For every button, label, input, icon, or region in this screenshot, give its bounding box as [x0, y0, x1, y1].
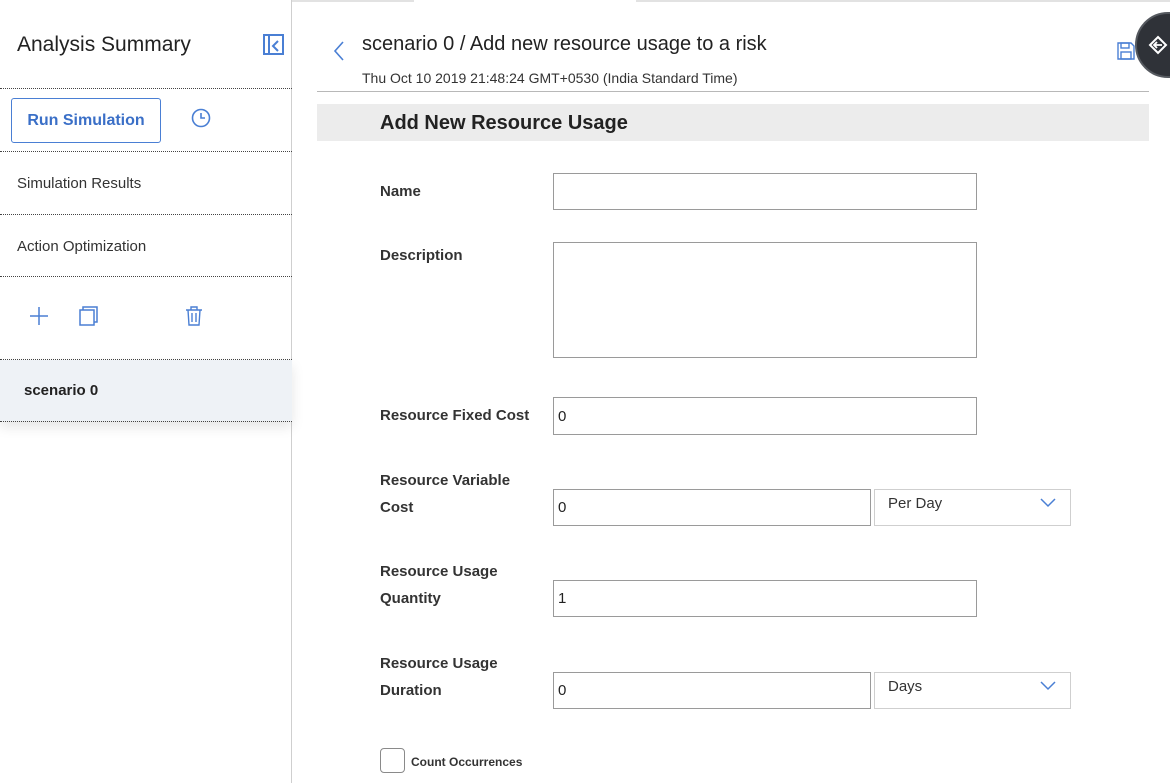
usage-duration-label-line1: Resource Usage	[380, 655, 498, 672]
variable-cost-field[interactable]	[553, 489, 871, 526]
history-icon[interactable]	[191, 108, 211, 128]
usage-quantity-label-line2: Quantity	[380, 590, 441, 607]
usage-duration-unit-value: Days	[888, 678, 923, 695]
description-label: Description	[380, 247, 463, 264]
run-simulation-button[interactable]: Run Simulation	[11, 98, 161, 143]
name-field[interactable]	[553, 173, 977, 210]
divider	[0, 276, 292, 277]
sidebar-item-action-optimization[interactable]: Action Optimization	[17, 238, 146, 255]
back-chevron-icon[interactable]	[332, 40, 346, 62]
fixed-cost-field[interactable]	[553, 397, 977, 435]
variable-cost-unit-select[interactable]: Per Day	[874, 489, 1071, 526]
chevron-down-icon	[1040, 498, 1056, 508]
variable-cost-label: Resource Variable Cost	[380, 467, 510, 521]
variable-cost-label-line1: Resource Variable	[380, 472, 511, 489]
scenario-list-item[interactable]: scenario 0	[0, 360, 292, 421]
active-tab-indicator	[414, 0, 636, 2]
chevron-down-icon	[1040, 681, 1056, 691]
section-title: Add New Resource Usage	[380, 112, 628, 134]
description-field[interactable]	[553, 242, 977, 358]
trash-icon[interactable]	[183, 305, 205, 327]
plus-icon[interactable]	[28, 305, 50, 327]
sidebar-item-simulation-results[interactable]: Simulation Results	[17, 175, 141, 192]
exit-button[interactable]	[1135, 12, 1170, 78]
usage-duration-label-line2: Duration	[380, 682, 442, 699]
count-occurrences-checkbox[interactable]	[380, 748, 405, 773]
page-title: scenario 0 / Add new resource usage to a…	[362, 33, 767, 55]
save-icon[interactable]	[1116, 41, 1136, 61]
divider	[0, 214, 292, 215]
fixed-cost-label: Resource Fixed Cost	[380, 407, 530, 424]
divider	[0, 421, 292, 422]
sidebar: Analysis Summary Run Simulation Simulati…	[0, 0, 292, 783]
exit-icon	[1148, 35, 1168, 55]
sidebar-title: Analysis Summary	[17, 33, 191, 56]
divider	[0, 151, 292, 152]
usage-quantity-label: Resource Usage Quantity	[380, 558, 498, 612]
usage-duration-field[interactable]	[553, 672, 871, 709]
divider	[0, 88, 292, 89]
usage-quantity-field[interactable]	[553, 580, 977, 617]
usage-quantity-label-line1: Resource Usage	[380, 563, 498, 580]
header-divider	[317, 91, 1149, 92]
usage-duration-unit-select[interactable]: Days	[874, 672, 1071, 709]
scenario-label: scenario 0	[24, 382, 99, 399]
collapse-panel-icon[interactable]	[263, 34, 284, 55]
copy-icon[interactable]	[77, 305, 99, 327]
usage-duration-label: Resource Usage Duration	[380, 650, 498, 704]
page-timestamp: Thu Oct 10 2019 21:48:24 GMT+0530 (India…	[362, 70, 738, 86]
count-occurrences-label: Count Occurrences	[411, 755, 523, 769]
variable-cost-unit-value: Per Day	[888, 495, 943, 512]
name-label: Name	[380, 183, 421, 200]
variable-cost-label-line2: Cost	[380, 499, 414, 516]
